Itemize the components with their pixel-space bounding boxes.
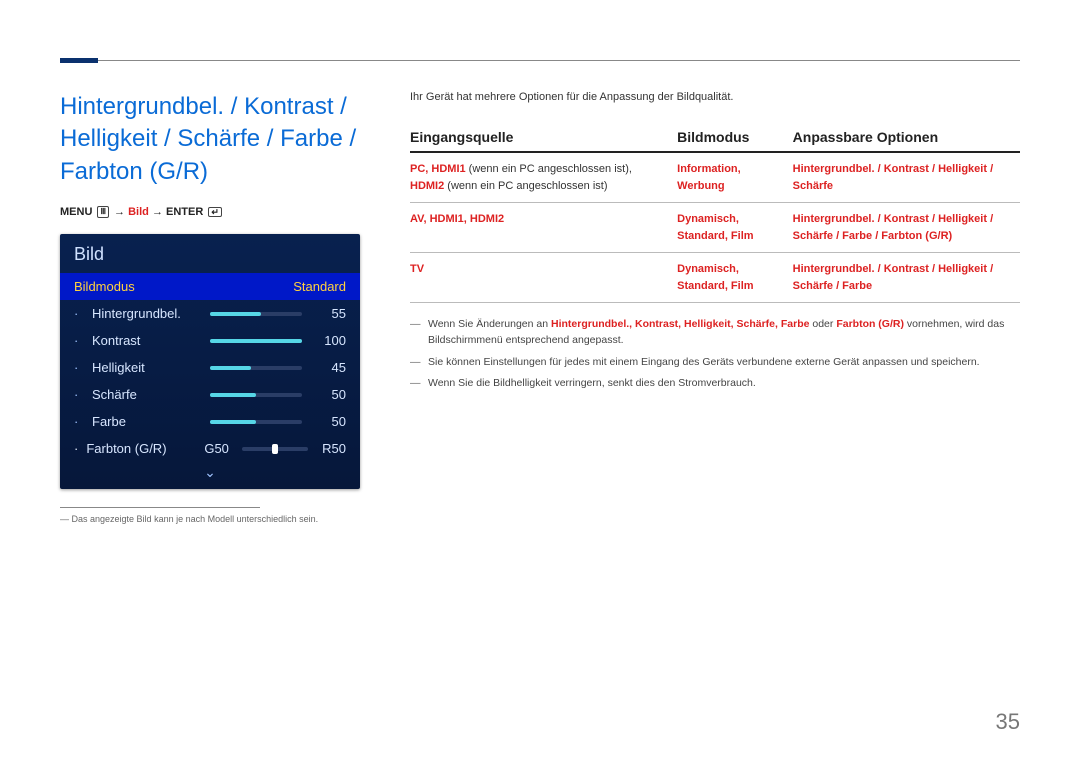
options-table: Eingangsquelle Bildmodus Anpassbare Opti… bbox=[410, 123, 1020, 303]
osd-row-value: 50 bbox=[316, 387, 346, 402]
enter-icon bbox=[208, 207, 222, 217]
bullet-icon: · bbox=[74, 441, 78, 456]
bullet-icon: · bbox=[74, 306, 84, 321]
bullet-icon: · bbox=[74, 414, 84, 429]
menu-path: MENU Ⅲ → Bild → ENTER bbox=[60, 206, 360, 218]
osd-row[interactable]: · Helligkeit 45 bbox=[60, 354, 360, 381]
osd-row[interactable]: · Hintergrundbel. 55 bbox=[60, 300, 360, 327]
th-bildmodus: Bildmodus bbox=[677, 123, 793, 152]
osd-row-value: 100 bbox=[316, 333, 346, 348]
note-item: Wenn Sie Änderungen an Hintergrundbel., … bbox=[410, 317, 1020, 349]
cell-anpassbare: Hintergrundbel. / Kontrast / Helligkeit … bbox=[793, 203, 1020, 253]
top-rule bbox=[60, 60, 1020, 61]
bullet-icon: · bbox=[74, 387, 84, 402]
osd-row-value: 50 bbox=[316, 414, 346, 429]
osd-row-label: Farbe bbox=[92, 414, 202, 429]
osd-gr-knob[interactable] bbox=[272, 444, 278, 454]
osd-row[interactable]: · Farbe 50 bbox=[60, 408, 360, 435]
bullet-icon: · bbox=[74, 360, 84, 375]
enter-label: ENTER bbox=[166, 206, 203, 218]
osd-panel: Bild Bildmodus Standard · Hintergrundbel.… bbox=[60, 234, 360, 489]
osd-row-value: 45 bbox=[316, 360, 346, 375]
osd-title: Bild bbox=[60, 234, 360, 273]
cell-anpassbare: Hintergrundbel. / Kontrast / Helligkeit … bbox=[793, 152, 1020, 203]
bullet-icon: · bbox=[74, 333, 84, 348]
menu-icon: Ⅲ bbox=[97, 206, 109, 218]
notes-block: Wenn Sie Änderungen an Hintergrundbel., … bbox=[410, 317, 1020, 392]
osd-row-label: Hintergrundbel. bbox=[92, 306, 202, 321]
menu-path-mid: Bild bbox=[128, 206, 149, 218]
osd-gr-r: R50 bbox=[316, 441, 346, 456]
osd-gr-track[interactable] bbox=[242, 447, 308, 451]
osd-gr-g: G50 bbox=[204, 441, 234, 456]
table-row: AV, HDMI1, HDMI2Dynamisch, Standard, Fil… bbox=[410, 203, 1020, 253]
table-row: TVDynamisch, Standard, FilmHintergrundbe… bbox=[410, 253, 1020, 303]
cell-bildmodus: Information, Werbung bbox=[677, 152, 793, 203]
table-row: PC, HDMI1 (wenn ein PC angeschlossen ist… bbox=[410, 152, 1020, 203]
osd-row-farbton[interactable]: · Farbton (G/R) G50 R50 bbox=[60, 435, 360, 462]
th-anpassbare: Anpassbare Optionen bbox=[793, 123, 1020, 152]
cell-bildmodus: Dynamisch, Standard, Film bbox=[677, 253, 793, 303]
footnote-rule bbox=[60, 507, 260, 508]
page-number: 35 bbox=[996, 709, 1020, 735]
th-eingangsquelle: Eingangsquelle bbox=[410, 123, 677, 152]
arrow-icon: → bbox=[152, 206, 163, 218]
cell-bildmodus: Dynamisch, Standard, Film bbox=[677, 203, 793, 253]
chevron-down-icon[interactable]: ⌄ bbox=[60, 462, 360, 481]
menu-label: MENU bbox=[60, 206, 92, 218]
footnote: ― Das angezeigte Bild kann je nach Model… bbox=[60, 514, 360, 524]
intro-text: Ihr Gerät hat mehrere Optionen für die A… bbox=[410, 91, 1020, 103]
note-item: Wenn Sie die Bildhelligkeit verringern, … bbox=[410, 376, 1020, 392]
note-item: Sie können Einstellungen für jedes mit e… bbox=[410, 355, 1020, 371]
section-title: Hintergrundbel. / Kontrast / Helligkeit … bbox=[60, 91, 360, 188]
osd-row-label: Schärfe bbox=[92, 387, 202, 402]
osd-row-bar[interactable] bbox=[210, 339, 302, 343]
cell-eingangsquelle: PC, HDMI1 (wenn ein PC angeschlossen ist… bbox=[410, 152, 677, 203]
osd-row-bar[interactable] bbox=[210, 366, 302, 370]
osd-row-label: Kontrast bbox=[92, 333, 202, 348]
osd-highlight-row[interactable]: Bildmodus Standard bbox=[60, 273, 360, 300]
cell-eingangsquelle: TV bbox=[410, 253, 677, 303]
osd-highlight-value: Standard bbox=[293, 279, 346, 294]
osd-highlight-label: Bildmodus bbox=[74, 279, 135, 294]
osd-gr-label: Farbton (G/R) bbox=[86, 441, 196, 456]
cell-anpassbare: Hintergrundbel. / Kontrast / Helligkeit … bbox=[793, 253, 1020, 303]
arrow-icon: → bbox=[114, 206, 125, 218]
osd-row-value: 55 bbox=[316, 306, 346, 321]
osd-row-bar[interactable] bbox=[210, 312, 302, 316]
osd-row-bar[interactable] bbox=[210, 420, 302, 424]
osd-row-bar[interactable] bbox=[210, 393, 302, 397]
osd-row[interactable]: · Schärfe 50 bbox=[60, 381, 360, 408]
osd-row[interactable]: · Kontrast 100 bbox=[60, 327, 360, 354]
cell-eingangsquelle: AV, HDMI1, HDMI2 bbox=[410, 203, 677, 253]
osd-row-label: Helligkeit bbox=[92, 360, 202, 375]
